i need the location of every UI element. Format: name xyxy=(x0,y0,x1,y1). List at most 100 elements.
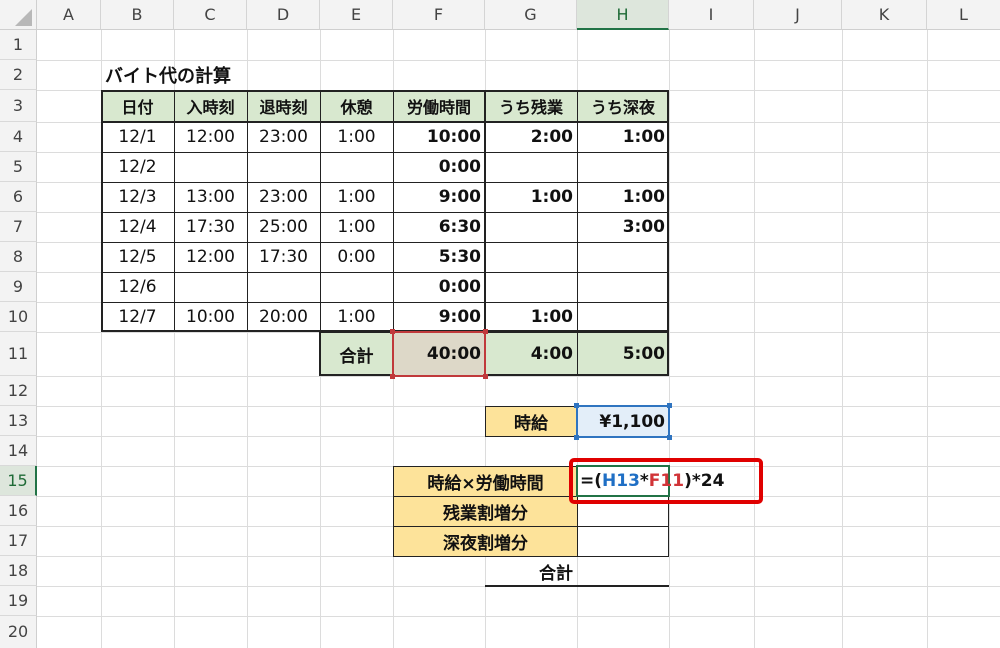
cell-overtime[interactable]: 1:00 xyxy=(485,302,577,332)
cell-clock-out[interactable]: 17:30 xyxy=(247,242,320,272)
column-header-h[interactable]: H xyxy=(577,0,669,30)
column-header-e[interactable]: E xyxy=(320,0,393,30)
cell-break[interactable]: 1:00 xyxy=(320,122,393,152)
cell-work-hours[interactable]: 5:30 xyxy=(393,242,485,272)
column-header-g[interactable]: G xyxy=(485,0,577,30)
row-header-18[interactable]: 18 xyxy=(0,556,37,586)
wage-value[interactable]: ¥1,100 xyxy=(577,406,669,437)
cell-clock-in[interactable]: 13:00 xyxy=(174,182,247,212)
column-header-j[interactable]: J xyxy=(754,0,842,30)
wage-label[interactable]: 時給 xyxy=(485,406,577,437)
cell-clock-in[interactable]: 10:00 xyxy=(174,302,247,332)
row-header-1[interactable]: 1 xyxy=(0,30,37,60)
cell-date[interactable]: 12/2 xyxy=(101,152,174,182)
red-callout-highlight xyxy=(569,458,763,504)
column-header-a[interactable]: A xyxy=(37,0,101,30)
cell-late-night[interactable] xyxy=(577,302,669,332)
total-overtime[interactable]: 4:00 xyxy=(485,332,577,376)
column-header-f[interactable]: F xyxy=(393,0,485,30)
cell-break[interactable] xyxy=(320,152,393,182)
column-header-c[interactable]: C xyxy=(174,0,247,30)
cell-work-hours[interactable]: 0:00 xyxy=(393,272,485,302)
totals-label[interactable]: 合計 xyxy=(320,332,393,376)
row-header-14[interactable]: 14 xyxy=(0,436,37,466)
row-header-16[interactable]: 16 xyxy=(0,496,37,526)
row-header-4[interactable]: 4 xyxy=(0,122,37,152)
column-header-i[interactable]: I xyxy=(669,0,754,30)
select-all-corner[interactable] xyxy=(0,0,37,30)
cell-late-night[interactable] xyxy=(577,242,669,272)
spreadsheet: A B C D E F G H I J K L 1 2 3 4 5 6 7 8 … xyxy=(0,0,1000,648)
column-header-b[interactable]: B xyxy=(101,0,174,30)
cell-clock-in[interactable]: 12:00 xyxy=(174,122,247,152)
row-header-11[interactable]: 11 xyxy=(0,332,37,376)
cell-clock-in[interactable] xyxy=(174,152,247,182)
cell-late-night[interactable] xyxy=(577,272,669,302)
cell-overtime[interactable] xyxy=(485,242,577,272)
total-work-hours[interactable]: 40:00 xyxy=(393,332,485,376)
cell-late-night[interactable] xyxy=(577,152,669,182)
row-header-7[interactable]: 7 xyxy=(0,212,37,242)
cell-work-hours[interactable]: 0:00 xyxy=(393,152,485,182)
gridline xyxy=(37,616,1000,617)
cell-break[interactable]: 1:00 xyxy=(320,302,393,332)
cell-work-hours[interactable]: 9:00 xyxy=(393,182,485,212)
row-header-9[interactable]: 9 xyxy=(0,272,37,302)
cell-work-hours[interactable]: 6:30 xyxy=(393,212,485,242)
row-header-8[interactable]: 8 xyxy=(0,242,37,272)
column-header-l[interactable]: L xyxy=(927,0,1000,30)
cell-date[interactable]: 12/5 xyxy=(101,242,174,272)
grand-total-label[interactable]: 合計 xyxy=(485,556,577,586)
cell-late-night[interactable]: 1:00 xyxy=(577,182,669,212)
row-header-19[interactable]: 19 xyxy=(0,586,37,616)
select-all-triangle-icon xyxy=(15,9,32,26)
sheet-title[interactable]: バイト代の計算 xyxy=(101,60,361,90)
cell-overtime[interactable] xyxy=(485,212,577,242)
calc-value-cell[interactable] xyxy=(577,526,669,557)
cell-break[interactable]: 0:00 xyxy=(320,242,393,272)
cell-clock-in[interactable] xyxy=(174,272,247,302)
row-header-3[interactable]: 3 xyxy=(0,90,37,122)
total-late-night[interactable]: 5:00 xyxy=(577,332,669,376)
cell-date[interactable]: 12/4 xyxy=(101,212,174,242)
cell-work-hours[interactable]: 9:00 xyxy=(393,302,485,332)
row-header-20[interactable]: 20 xyxy=(0,616,37,648)
cell-break[interactable]: 1:00 xyxy=(320,212,393,242)
calc-label-overtime-premium[interactable]: 残業割増分 xyxy=(393,496,578,527)
column-header-k[interactable]: K xyxy=(842,0,927,30)
row-header-13[interactable]: 13 xyxy=(0,406,37,436)
gridline xyxy=(37,376,1000,377)
cell-date[interactable]: 12/6 xyxy=(101,272,174,302)
calc-label-late-night-premium[interactable]: 深夜割増分 xyxy=(393,526,578,557)
cell-clock-out[interactable]: 20:00 xyxy=(247,302,320,332)
cell-break[interactable]: 1:00 xyxy=(320,182,393,212)
cell-clock-out[interactable]: 23:00 xyxy=(247,122,320,152)
grand-total-underline xyxy=(485,585,669,587)
cell-overtime[interactable] xyxy=(485,272,577,302)
column-header-d[interactable]: D xyxy=(247,0,320,30)
cell-late-night[interactable]: 3:00 xyxy=(577,212,669,242)
row-header-2[interactable]: 2 xyxy=(0,60,37,90)
cell-clock-out[interactable]: 23:00 xyxy=(247,182,320,212)
cell-clock-in[interactable]: 17:30 xyxy=(174,212,247,242)
row-header-5[interactable]: 5 xyxy=(0,152,37,182)
cell-clock-out[interactable] xyxy=(247,272,320,302)
cell-overtime[interactable]: 1:00 xyxy=(485,182,577,212)
row-header-12[interactable]: 12 xyxy=(0,376,37,406)
cell-overtime[interactable] xyxy=(485,152,577,182)
row-header-10[interactable]: 10 xyxy=(0,302,37,332)
cell-overtime[interactable]: 2:00 xyxy=(485,122,577,152)
cell-date[interactable]: 12/3 xyxy=(101,182,174,212)
row-header-6[interactable]: 6 xyxy=(0,182,37,212)
calc-label-base-pay[interactable]: 時給×労働時間 xyxy=(393,466,578,497)
cell-clock-out[interactable]: 25:00 xyxy=(247,212,320,242)
cell-clock-in[interactable]: 12:00 xyxy=(174,242,247,272)
cell-break[interactable] xyxy=(320,272,393,302)
cell-clock-out[interactable] xyxy=(247,152,320,182)
row-header-15[interactable]: 15 xyxy=(0,466,37,496)
cell-work-hours[interactable]: 10:00 xyxy=(393,122,485,152)
cell-date[interactable]: 12/7 xyxy=(101,302,174,332)
cell-late-night[interactable]: 1:00 xyxy=(577,122,669,152)
row-header-17[interactable]: 17 xyxy=(0,526,37,556)
cell-date[interactable]: 12/1 xyxy=(101,122,174,152)
